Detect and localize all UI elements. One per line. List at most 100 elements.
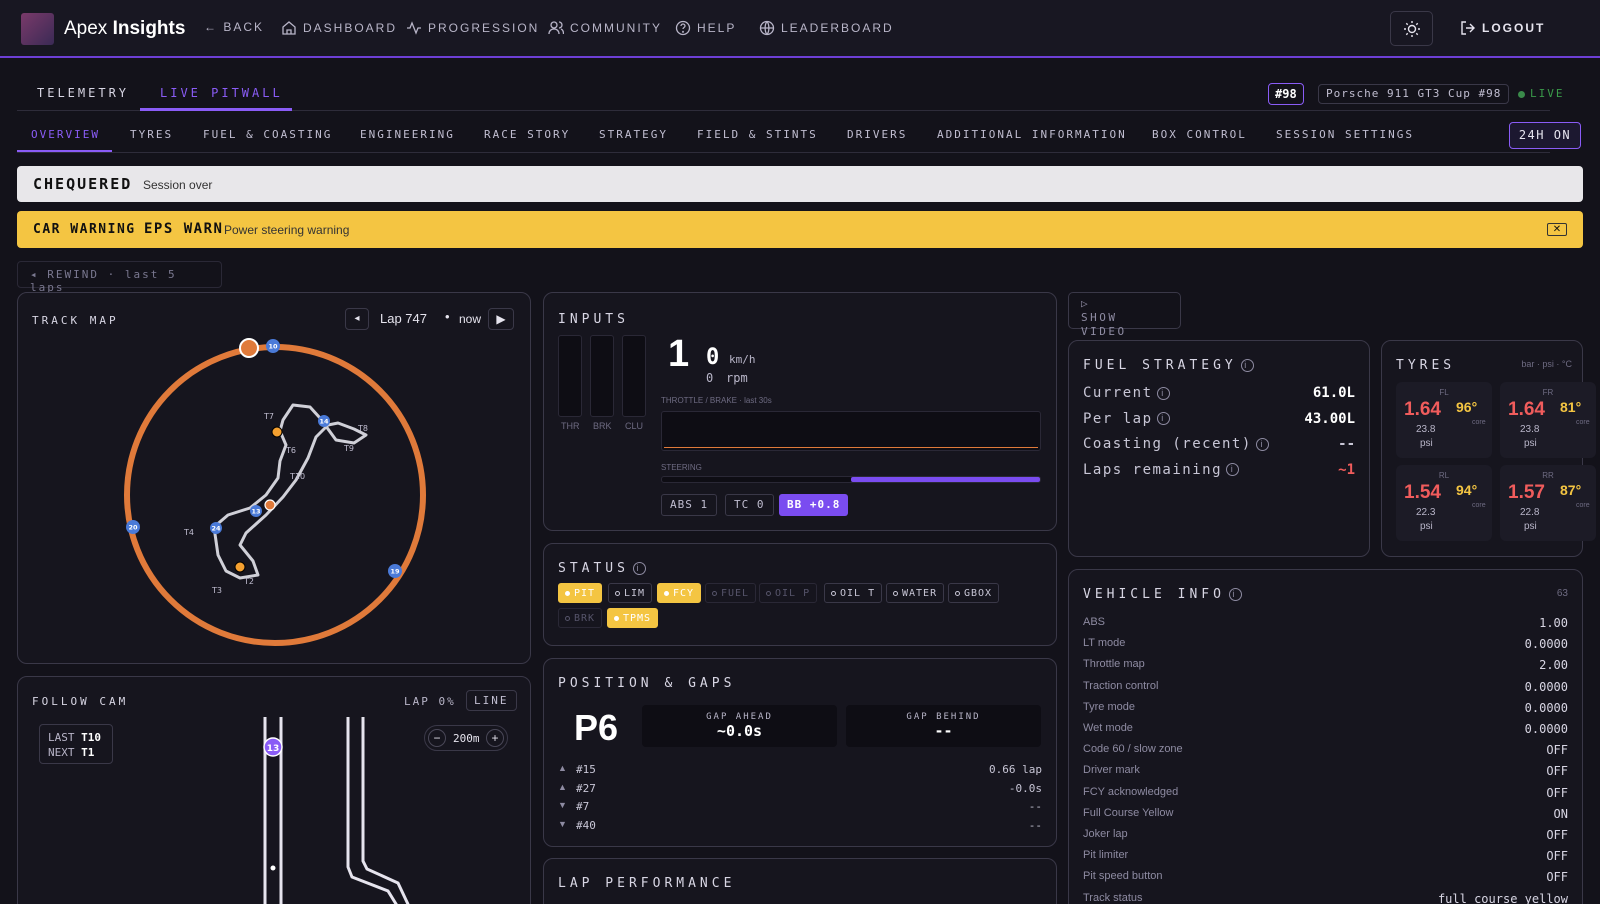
tab-additional-information[interactable]: ADDITIONAL INFORMATION	[937, 128, 1127, 141]
gap-direction-icon: ▲	[558, 781, 567, 792]
info-icon[interactable]: i	[1228, 588, 1242, 601]
tab-telemetry[interactable]: TELEMETRY	[37, 86, 129, 100]
status-chip-label: BRK	[574, 612, 596, 624]
nav-help[interactable]: HELP	[675, 20, 736, 36]
nav-back[interactable]: ← BACK	[204, 20, 264, 34]
status-chip-label: GBOX	[964, 587, 993, 599]
brake-label: BRK	[593, 421, 612, 431]
gap-car-number: #40	[576, 818, 596, 832]
abs-setting: ABS 1	[661, 494, 718, 516]
live-indicator-dot	[1518, 91, 1525, 98]
tab-box-control[interactable]: BOX CONTROL	[1152, 128, 1247, 141]
turn-label-t7: T7	[263, 412, 274, 421]
steering-fill	[851, 477, 1040, 482]
gap-direction-icon: ▲	[558, 763, 567, 773]
nav-community[interactable]: COMMUNITY	[548, 20, 662, 36]
status-title: STATUS i	[558, 561, 646, 576]
vehicle-info-label: Throttle map	[1083, 658, 1145, 671]
tyre-card-rr: RR 1.57 87° core 22.8 psi	[1500, 465, 1596, 541]
tyre-pressure-bar: 1.54	[1404, 482, 1441, 503]
status-chip-label: LIM	[624, 587, 646, 599]
show-video-button[interactable]: ▷ SHOW VIDEO	[1068, 292, 1181, 338]
status-chip-gbox: GBOX	[948, 583, 1000, 603]
nav-progression[interactable]: PROGRESSION	[406, 20, 539, 36]
tab-race-story[interactable]: RACE STORY	[484, 128, 570, 141]
zoom-in-button[interactable]: +	[486, 729, 504, 747]
tab-engineering[interactable]: ENGINEERING	[360, 128, 455, 141]
info-icon[interactable]: i	[1156, 412, 1170, 425]
info-icon[interactable]: i	[1255, 437, 1269, 451]
tab-session-settings[interactable]: SESSION SETTINGS	[1276, 128, 1414, 141]
clutch-label: CLU	[625, 421, 644, 431]
flag-banner: CHEQUERED Session over	[17, 166, 1583, 202]
brake-bias-setting: BB +0.8	[779, 494, 849, 516]
app-logo[interactable]	[21, 13, 54, 45]
tyre-position: RR	[1542, 471, 1554, 480]
vehicle-info-label: FCY acknowledged	[1083, 785, 1179, 798]
info-icon[interactable]: i	[632, 562, 646, 575]
tyre-pressure-bar: 1.57	[1508, 482, 1545, 503]
nav-leaderboard[interactable]: LEADERBOARD	[759, 20, 894, 36]
car-marker-leader	[239, 338, 259, 358]
steering-bar	[661, 476, 1041, 483]
status-chip-fcy: FCY	[657, 583, 702, 603]
zoom-out-button[interactable]: −	[428, 729, 446, 747]
info-icon[interactable]: i	[1156, 386, 1170, 400]
vehicle-info-label: Full Course Yellow	[1083, 806, 1174, 819]
car-number-badge: #98	[1268, 83, 1304, 105]
fuel-row-label: Laps remaining i	[1083, 462, 1240, 478]
gap-ahead-label: GAP AHEAD	[706, 712, 773, 722]
car-number-label: 10	[268, 343, 278, 351]
follow-cam-view: 13	[263, 717, 410, 904]
fuel-row-value: 43.00L	[1304, 410, 1355, 427]
info-icon[interactable]: i	[1240, 359, 1254, 372]
status-chip-lim: LIM	[608, 583, 653, 603]
top-bar: Apex Insights ← BACK DASHBOARD PROGRESSI…	[0, 0, 1600, 58]
tyres-units: bar · psi · °C	[1521, 359, 1572, 369]
info-icon[interactable]: i	[1226, 463, 1240, 476]
zoom-control: − 200m +	[424, 725, 508, 751]
activity-icon	[407, 21, 421, 35]
fuel-label-text: Per lap	[1083, 410, 1153, 427]
gap-direction-icon: ▼	[558, 800, 567, 810]
vehicle-info-label: Code 60 / slow zone	[1083, 743, 1183, 756]
follow-cam-panel: FOLLOW CAM LAP 0% LINE LAST T10 NEXT T1 …	[17, 676, 531, 904]
rewind-button[interactable]: ◂ REWIND · last 5 laps	[17, 261, 222, 294]
track-map-svg: T7 T8 T6 T9 T10 T4 T2 T3 10 14 13 24 20 …	[124, 338, 426, 646]
turn-label-t6: T6	[285, 446, 296, 455]
tab-drivers[interactable]: DRIVERS	[847, 128, 907, 141]
lap-performance-title: LAP PERFORMANCE	[558, 876, 736, 891]
tab-fuel-coasting[interactable]: FUEL & COASTING	[203, 128, 332, 141]
lap-performance-panel: LAP PERFORMANCE	[543, 858, 1057, 904]
nav-dashboard[interactable]: DASHBOARD	[281, 20, 397, 36]
vehicle-info-label: Track status	[1083, 891, 1143, 904]
vehicle-info-value: OFF	[1546, 870, 1568, 885]
tab-field-stints[interactable]: FIELD & STINTS	[697, 128, 818, 141]
position-title: POSITION & GAPS	[558, 676, 736, 691]
tab-live-pitwall[interactable]: LIVE PITWALL	[160, 86, 283, 100]
vehicle-info-value: OFF	[1546, 828, 1568, 842]
status-dot	[831, 590, 836, 596]
theme-toggle-button[interactable]	[1390, 11, 1433, 46]
tyre-position: RL	[1438, 471, 1450, 480]
gap-car-number: #27	[576, 781, 596, 795]
tyre-pressure-psi: 23.8	[1520, 424, 1540, 435]
race-position: P6	[574, 707, 619, 748]
turn-label-t2: T2	[243, 577, 254, 586]
tyre-card-fr: FR 1.64 81° core 23.8 psi	[1500, 382, 1596, 458]
race-mode-toggle[interactable]: 24H ON	[1509, 122, 1581, 149]
logout-button[interactable]: LOGOUT	[1460, 20, 1545, 36]
status-dot	[565, 615, 570, 621]
active-tab-indicator	[140, 108, 292, 111]
vehicle-info-value: 1.00	[1539, 616, 1568, 630]
status-dot	[664, 590, 669, 596]
close-icon[interactable]: ✕	[1547, 223, 1567, 236]
tab-tyres[interactable]: TYRES	[130, 128, 173, 141]
status-chip-label: OIL P	[775, 587, 811, 599]
tc-setting: TC 0	[725, 494, 774, 516]
tyre-core-temp: 87°	[1560, 482, 1582, 498]
fuel-title: FUEL STRATEGY i	[1083, 358, 1254, 373]
tab-strategy[interactable]: STRATEGY	[599, 128, 668, 141]
flag-title: CHEQUERED	[33, 175, 133, 193]
tab-overview[interactable]: OVERVIEW	[31, 128, 100, 141]
